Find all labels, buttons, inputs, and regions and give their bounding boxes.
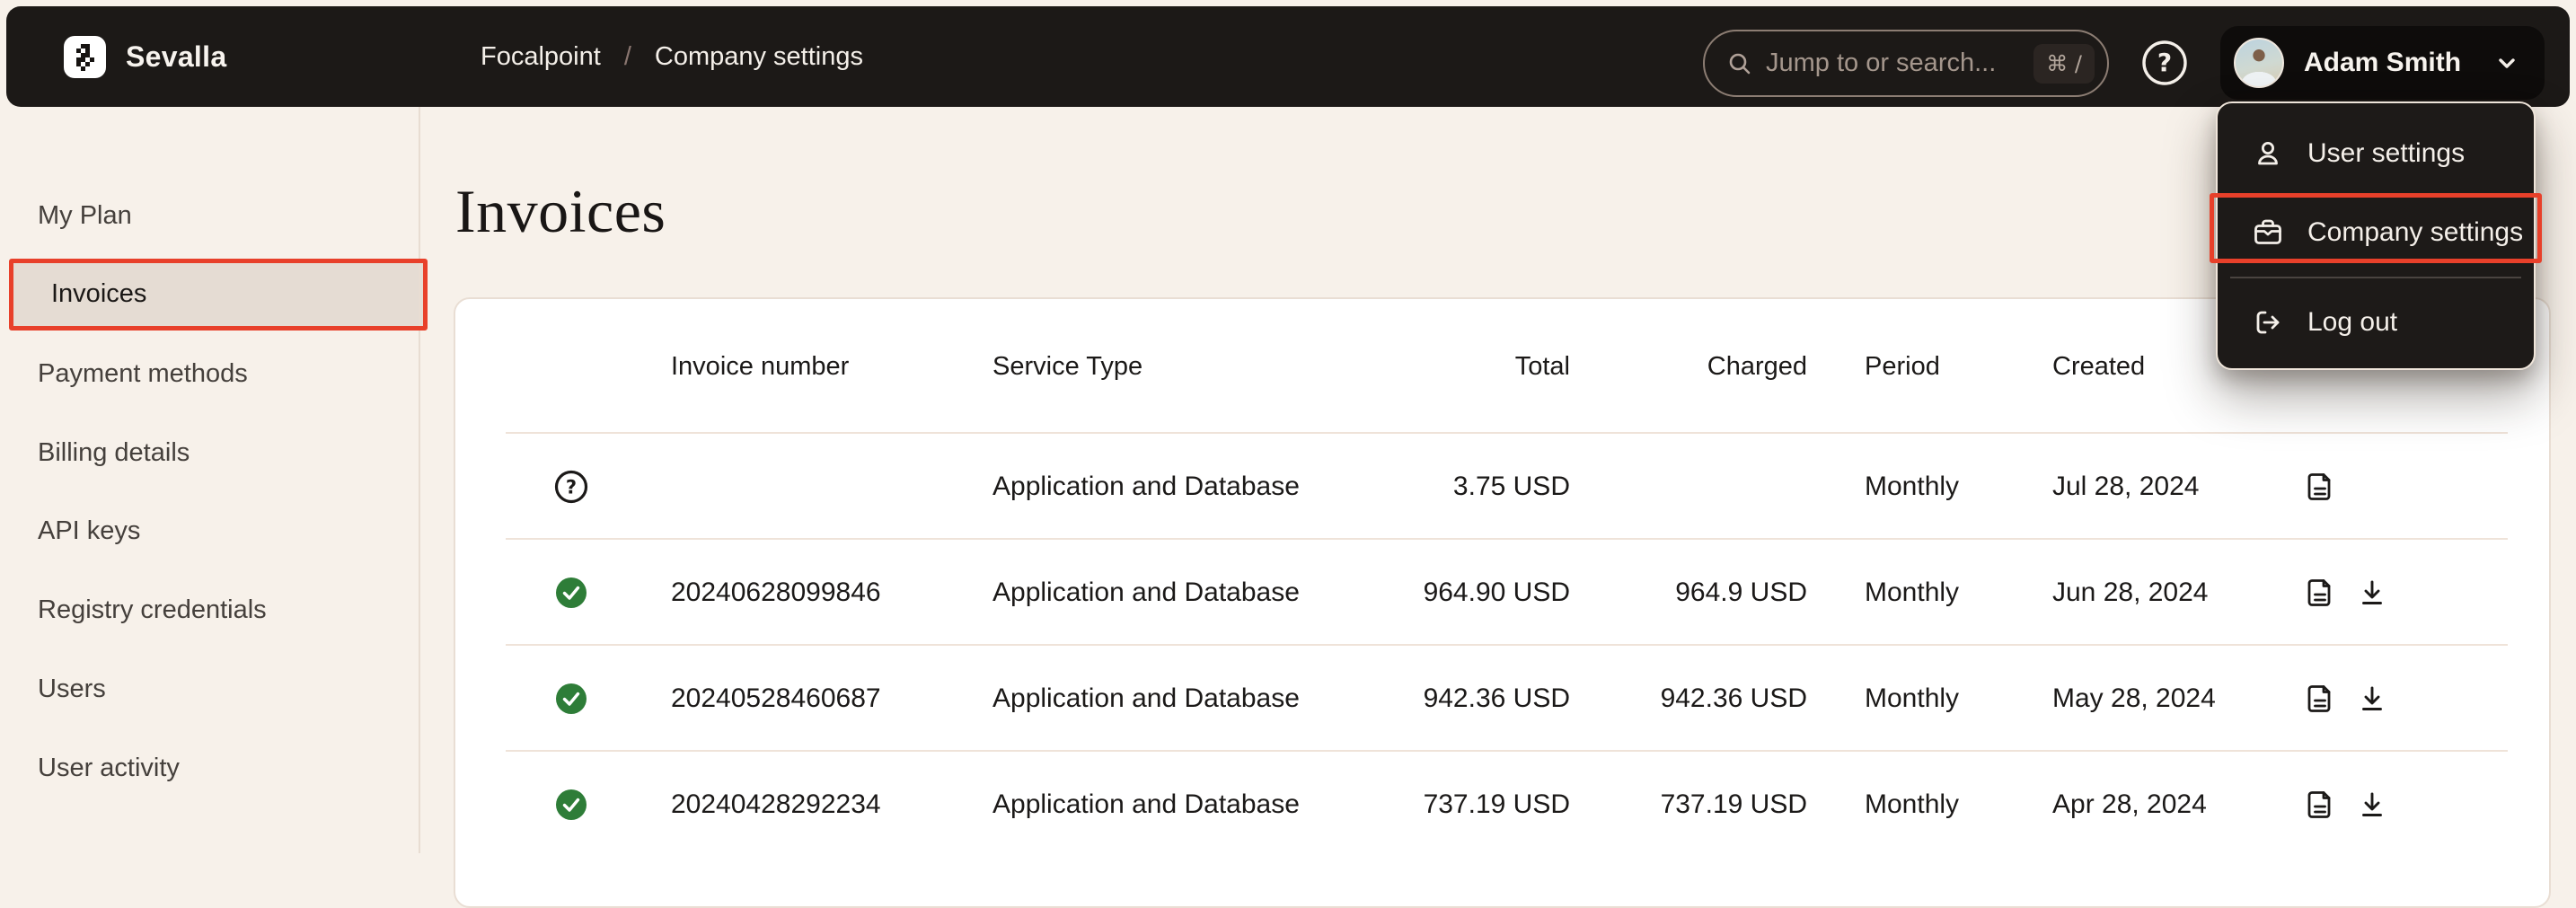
column-header-charged: Charged <box>1707 299 1807 434</box>
user-menu-button[interactable]: Adam Smith <box>2220 26 2545 100</box>
column-header-invoice-number: Invoice number <box>671 299 849 434</box>
download-invoice-button[interactable] <box>2354 575 2390 611</box>
status-paid-icon <box>546 752 596 858</box>
breadcrumb-parent[interactable]: Focalpoint <box>481 42 601 72</box>
breadcrumb-current[interactable]: Company settings <box>655 42 863 72</box>
brand-name: Sevalla <box>126 40 226 74</box>
table-row: 20240628099846 Application and Database … <box>455 540 2549 646</box>
sidebar-item-label: Registry credentials <box>38 595 267 625</box>
global-search[interactable]: ⌘ / <box>1703 30 2109 97</box>
search-input[interactable] <box>1766 48 2021 78</box>
cell-total: 942.36 USD <box>1424 646 1570 752</box>
view-invoice-button[interactable] <box>2302 787 2338 823</box>
view-invoice-button[interactable] <box>2302 681 2338 717</box>
cell-created: Apr 28, 2024 <box>2052 752 2207 858</box>
status-pending-icon: ? <box>546 434 596 540</box>
menu-item-log-out[interactable]: Log out <box>2218 283 2534 362</box>
cell-charged: 942.36 USD <box>1661 646 1807 752</box>
table-row: ? Application and Database 3.75 USD Mont… <box>455 434 2549 540</box>
view-invoice-button[interactable] <box>2302 575 2338 611</box>
cell-service-type: Application and Database <box>992 752 1300 858</box>
help-button[interactable]: ? <box>2141 40 2188 86</box>
sidebar-item-label: Users <box>38 674 106 704</box>
briefcase-icon <box>2252 216 2284 249</box>
status-paid-icon <box>546 540 596 646</box>
breadcrumb: Focalpoint / Company settings <box>481 6 863 107</box>
sidebar-item-billing-details[interactable]: Billing details <box>0 420 423 485</box>
table-row: 20240428292234 Application and Database … <box>455 752 2549 858</box>
cell-invoice-number: 20240428292234 <box>671 752 881 858</box>
cell-charged: 964.9 USD <box>1675 540 1807 646</box>
sidebar-item-label: Billing details <box>38 438 190 468</box>
cell-period: Monthly <box>1865 540 1959 646</box>
download-invoice-button[interactable] <box>2354 681 2390 717</box>
search-shortcut-badge: ⌘ / <box>2033 44 2095 84</box>
table-row: 20240528460687 Application and Database … <box>455 646 2549 752</box>
column-header-service-type: Service Type <box>992 299 1142 434</box>
sidebar-item-label: Payment methods <box>38 359 248 389</box>
cell-service-type: Application and Database <box>992 434 1300 540</box>
sidebar-item-label: My Plan <box>38 201 132 231</box>
view-invoice-button[interactable] <box>2302 469 2338 505</box>
sidebar-item-users[interactable]: Users <box>0 657 423 721</box>
menu-item-label: Log out <box>2307 307 2397 338</box>
user-dropdown-menu: User settings Company settings Lo <box>2216 101 2536 370</box>
sidebar-divider <box>419 107 420 853</box>
cell-total: 964.90 USD <box>1424 540 1570 646</box>
brand[interactable]: Sevalla <box>64 36 226 78</box>
chevron-down-icon <box>2492 48 2521 77</box>
menu-item-company-settings[interactable]: Company settings <box>2218 193 2534 272</box>
settings-sidebar: My Plan Invoices Payment methods Billing… <box>0 107 423 853</box>
invoices-card: Invoice number Service Type Total Charge… <box>454 297 2551 908</box>
download-invoice-button[interactable] <box>2354 787 2390 823</box>
cell-service-type: Application and Database <box>992 540 1300 646</box>
cell-charged: 737.19 USD <box>1661 752 1807 858</box>
sidebar-item-api-keys[interactable]: API keys <box>0 498 423 563</box>
company-settings-page: Sevalla Focalpoint / Company settings ⌘ … <box>0 0 2576 853</box>
column-header-total: Total <box>1515 299 1570 434</box>
sidebar-item-label: User activity <box>38 754 180 783</box>
top-bar: Sevalla Focalpoint / Company settings ⌘ … <box>6 6 2570 107</box>
menu-item-user-settings[interactable]: User settings <box>2218 114 2534 193</box>
sidebar-item-invoices[interactable]: Invoices <box>13 262 423 326</box>
user-name: Adam Smith <box>2304 48 2473 78</box>
cell-invoice-number: 20240528460687 <box>671 646 881 752</box>
sidebar-item-registry-credentials[interactable]: Registry credentials <box>0 577 423 642</box>
svg-text:?: ? <box>2157 48 2172 77</box>
column-header-created: Created <box>2052 299 2145 434</box>
sidebar-item-user-activity[interactable]: User activity <box>0 736 423 800</box>
logout-icon <box>2252 306 2284 339</box>
sidebar-item-label: Invoices <box>51 279 146 309</box>
status-paid-icon <box>546 646 596 752</box>
sidebar-item-label: API keys <box>38 516 140 546</box>
cell-period: Monthly <box>1865 434 1959 540</box>
menu-divider <box>2230 277 2521 278</box>
search-icon <box>1726 50 1753 77</box>
avatar <box>2234 38 2284 88</box>
menu-item-label: Company settings <box>2307 217 2523 248</box>
cell-service-type: Application and Database <box>992 646 1300 752</box>
sevalla-logo-icon <box>64 36 106 78</box>
sidebar-item-my-plan[interactable]: My Plan <box>0 183 423 248</box>
cell-created: Jun 28, 2024 <box>2052 540 2208 646</box>
sidebar-item-payment-methods[interactable]: Payment methods <box>0 341 423 406</box>
breadcrumb-separator: / <box>624 42 631 72</box>
cell-period: Monthly <box>1865 646 1959 752</box>
cell-invoice-number: 20240628099846 <box>671 540 881 646</box>
cell-created: May 28, 2024 <box>2052 646 2216 752</box>
cell-created: Jul 28, 2024 <box>2052 434 2199 540</box>
svg-text:?: ? <box>566 477 577 498</box>
cell-period: Monthly <box>1865 752 1959 858</box>
page-title: Invoices <box>455 176 666 247</box>
menu-item-label: User settings <box>2307 138 2465 169</box>
cell-total: 737.19 USD <box>1424 752 1570 858</box>
column-header-period: Period <box>1865 299 1940 434</box>
user-icon <box>2252 137 2284 170</box>
cell-total: 3.75 USD <box>1453 434 1570 540</box>
